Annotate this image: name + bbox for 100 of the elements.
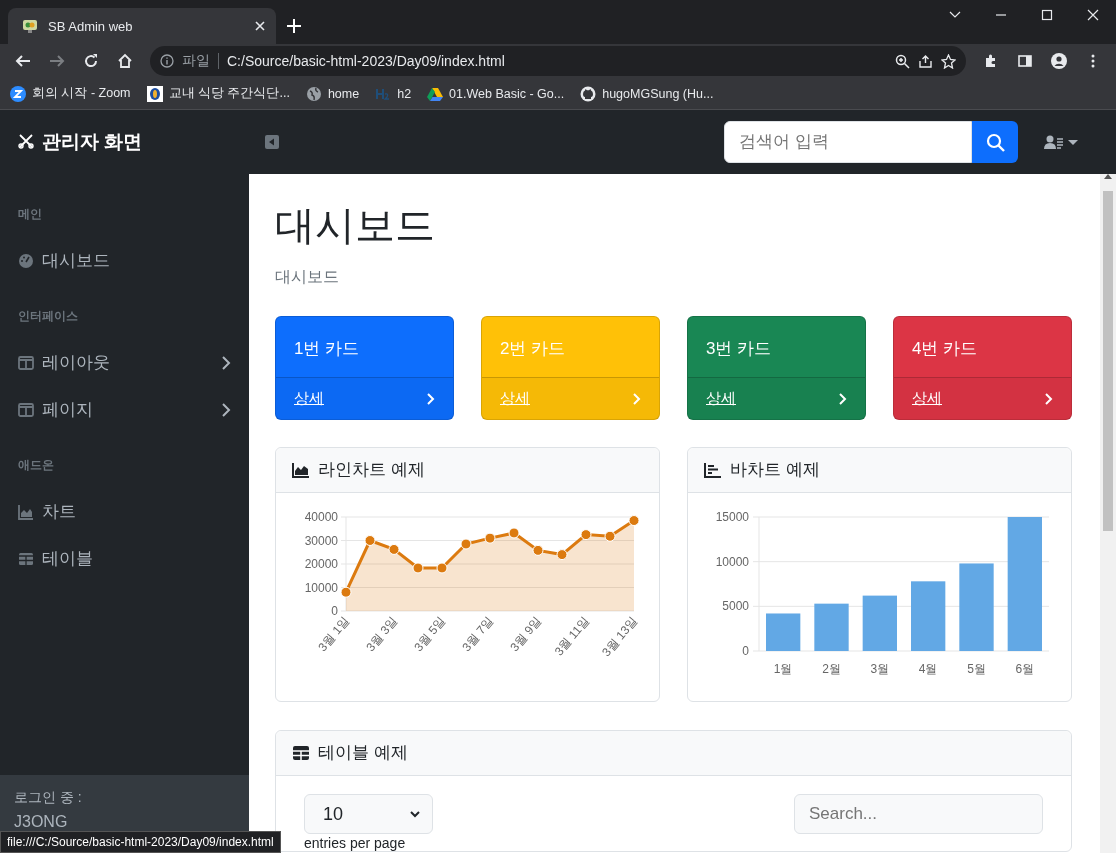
- home-icon[interactable]: [117, 53, 133, 69]
- chevron-right-icon: [221, 355, 231, 370]
- back-icon[interactable]: [15, 53, 31, 69]
- card-heading: 바차트 예제: [730, 459, 820, 480]
- brand-title[interactable]: 관리자 화면: [42, 129, 143, 155]
- axis-label: 0: [742, 644, 749, 658]
- data-point: [556, 549, 568, 561]
- data-point: [364, 535, 376, 546]
- axis-label: 5월: [967, 662, 986, 676]
- bar-chart-icon: [704, 462, 722, 478]
- columns-icon: [18, 401, 34, 418]
- axis-label: 30000: [304, 533, 338, 548]
- emblem-icon: [146, 85, 163, 102]
- bar: [862, 595, 897, 651]
- card-title: 4번 카드: [911, 338, 979, 360]
- axis-label: 10000: [304, 580, 338, 595]
- details-link[interactable]: 상세: [294, 389, 324, 408]
- data-point: [484, 532, 496, 544]
- table-search-field[interactable]: Search...: [794, 794, 1043, 834]
- card-title: 3번 카드: [705, 338, 773, 360]
- axis-label: 3월: [870, 662, 890, 676]
- details-link[interactable]: 상세: [706, 389, 736, 408]
- address-url: C:/Source/basic-html-2023/Day09/index.html: [227, 53, 506, 69]
- data-point: [388, 543, 400, 555]
- data-point: [508, 527, 520, 539]
- user-name: J3ONG: [14, 813, 68, 831]
- reload-icon[interactable]: [83, 53, 99, 69]
- page-title: 대시보드: [275, 202, 435, 249]
- gauge-icon: [18, 252, 34, 269]
- close-icon[interactable]: [254, 20, 266, 32]
- axis-label: 40000: [304, 510, 338, 524]
- maximize-icon[interactable]: [1041, 9, 1053, 21]
- axis-label: 3월 3일: [363, 613, 401, 655]
- data-point: [604, 530, 616, 542]
- sidebar-item[interactable]: 차트: [0, 488, 249, 535]
- data-point: [580, 529, 592, 541]
- bookmark-item[interactable]: h2: [375, 85, 412, 102]
- sidebar-item[interactable]: 테이블: [0, 535, 249, 582]
- search-field[interactable]: 검색어 입력: [724, 121, 972, 163]
- data-point: [628, 515, 640, 527]
- bookmark-item[interactable]: home: [305, 85, 360, 102]
- search-button[interactable]: [972, 121, 1018, 163]
- axis-label: 4월: [918, 662, 938, 676]
- page-size-caption: entries per page: [304, 835, 406, 851]
- chevron-right-icon: [427, 392, 435, 405]
- info-icon: [160, 54, 174, 68]
- axis-label: 10000: [715, 554, 749, 569]
- axis-label: 1월: [773, 662, 793, 676]
- breadcrumb: 대시보드: [275, 267, 339, 287]
- axis-label: 3월 7일: [459, 613, 497, 655]
- card-heading: 테이블 예제: [318, 742, 408, 763]
- details-link[interactable]: 상세: [912, 389, 942, 408]
- new-tab-icon[interactable]: [287, 19, 301, 33]
- address-bar[interactable]: 파일 C:/Source/basic-html-2023/Day09/index.html: [150, 46, 966, 76]
- user-list-icon: [1044, 134, 1064, 150]
- axis-label: 20000: [304, 557, 338, 571]
- star-icon[interactable]: [941, 53, 956, 69]
- forward-icon[interactable]: [49, 53, 65, 69]
- sidebar-item[interactable]: 레이아웃: [0, 339, 249, 386]
- bookmark-item[interactable]: 01.Web Basic - Go...: [427, 85, 565, 102]
- user-menu[interactable]: [1044, 134, 1078, 150]
- bookmark-item[interactable]: hugoMGSung (Hu...: [580, 85, 714, 102]
- caret-icon: [1068, 139, 1078, 145]
- axis-label: 3월 5일: [411, 613, 449, 655]
- sidebar-toggle-icon[interactable]: [265, 135, 279, 149]
- monitor-icon: [22, 18, 38, 34]
- tools-icon: [18, 133, 36, 151]
- page-size-select[interactable]: 10: [304, 794, 433, 834]
- video-app-icon: [10, 85, 26, 102]
- area-chart-icon: [292, 462, 310, 478]
- table-icon: [18, 550, 34, 567]
- scrollbar-thumb[interactable]: [1103, 191, 1113, 531]
- bookmark-item[interactable]: 교내 식당 주간식단...: [146, 85, 290, 102]
- profile-icon[interactable]: [1051, 53, 1067, 69]
- chevron-right-icon: [839, 392, 847, 405]
- browser-tab[interactable]: SB Admin web: [8, 8, 276, 44]
- bookmark-item[interactable]: 회의 시작 - Zoom: [10, 85, 131, 102]
- share-icon[interactable]: [918, 53, 933, 69]
- section-heading: 메인: [17, 206, 43, 223]
- bar: [911, 581, 946, 651]
- bar: [814, 603, 849, 651]
- drive-icon: [427, 85, 444, 102]
- axis-label: 2월: [822, 662, 841, 676]
- side-panel-icon[interactable]: [1017, 53, 1033, 69]
- table-icon: [292, 745, 310, 761]
- sidebar-item[interactable]: 페이지: [0, 386, 249, 433]
- data-point: [460, 538, 472, 550]
- globe-icon: [305, 85, 322, 102]
- axis-label: 0: [331, 604, 338, 618]
- axis-label: 3월 9일: [507, 613, 545, 655]
- sidebar-item[interactable]: 대시보드: [0, 237, 249, 284]
- section-heading: 애드온: [17, 457, 55, 474]
- zoom-icon[interactable]: [895, 53, 910, 69]
- axis-label: 6월: [1015, 662, 1035, 676]
- axis-label: 5000: [722, 599, 749, 614]
- chevron-right-icon: [633, 392, 641, 405]
- data-point: [532, 544, 544, 556]
- data-point: [436, 562, 448, 574]
- bar: [766, 613, 801, 651]
- close-icon[interactable]: [1087, 9, 1099, 21]
